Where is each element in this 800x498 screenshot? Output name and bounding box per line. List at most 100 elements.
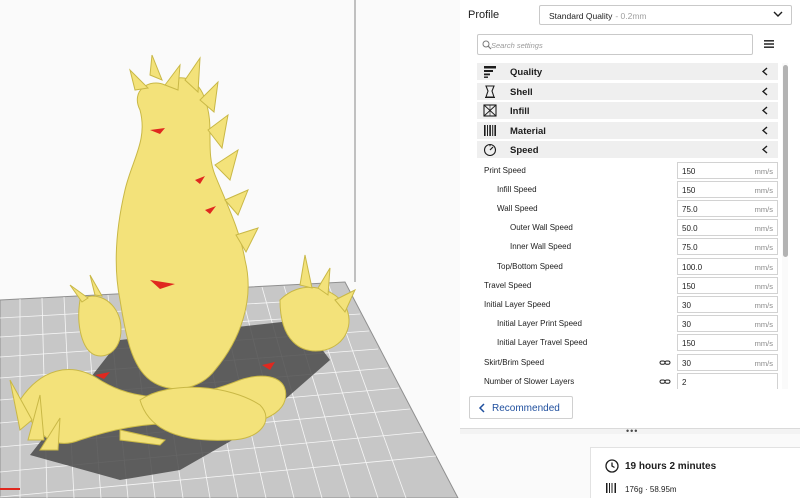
setting-row: Print Speed 150 mm/s: [477, 161, 778, 180]
setting-unit: mm/s: [754, 262, 773, 272]
resize-grip[interactable]: •••: [626, 426, 638, 436]
chevron-left-icon: [761, 125, 768, 135]
setting-value: 30: [682, 300, 691, 310]
category-shell[interactable]: Shell: [477, 82, 778, 100]
setting-row: Travel Speed 150 mm/s: [477, 276, 778, 295]
setting-row: Top/Bottom Speed 100.0 mm/s: [477, 257, 778, 276]
setting-row: Skirt/Brim Speed 30 mm/s: [477, 353, 778, 372]
spool-icon: [606, 483, 616, 493]
setting-value-input[interactable]: 150 mm/s: [677, 180, 778, 198]
setting-value: 2: [682, 377, 687, 387]
setting-value: 30: [682, 320, 691, 330]
search-placeholder: Search settings: [491, 41, 543, 50]
setting-name: Print Speed: [484, 165, 526, 175]
category-label: Quality: [510, 67, 543, 78]
chevron-left-icon: [761, 106, 768, 115]
setting-value: 30: [682, 358, 691, 368]
setting-value: 50.0: [682, 224, 698, 234]
category-label: Material: [510, 125, 546, 137]
setting-row: Wall Speed 75.0 mm/s: [477, 199, 778, 218]
print-estimate-box: 19 hours 2 minutes 176g · 58.95m: [590, 447, 800, 498]
setting-value-input[interactable]: 75.0 mm/s: [677, 199, 778, 217]
setting-row: Initial Layer Speed 30 mm/s: [477, 295, 778, 314]
chevron-left-icon: [478, 403, 485, 413]
material-usage: 176g · 58.95m: [625, 485, 677, 494]
category-label: Infill: [510, 106, 530, 117]
setting-unit: mm/s: [754, 166, 773, 176]
category-label: Speed: [510, 145, 539, 156]
setting-unit: mm/s: [754, 224, 773, 234]
profile-row: Profile Standard Quality - 0.2mm: [460, 0, 800, 30]
setting-value-input[interactable]: 30 mm/s: [677, 295, 778, 313]
settings-menu-icon[interactable]: [762, 37, 776, 51]
setting-name: Initial Layer Speed: [484, 299, 551, 309]
setting-value-input[interactable]: 50.0 mm/s: [677, 219, 778, 237]
setting-unit: mm/s: [754, 185, 773, 195]
link-icon[interactable]: [659, 358, 671, 367]
setting-name: Initial Layer Print Speed: [497, 319, 582, 329]
settings-list[interactable]: Quality Shell Infill Material Speed Print Spe…: [477, 63, 778, 389]
setting-row: Number of Slower Layers 2: [477, 372, 778, 389]
setting-name: Inner Wall Speed: [510, 242, 572, 252]
setting-row: Initial Layer Print Speed 30 mm/s: [477, 314, 778, 333]
setting-value: 100.0: [682, 262, 703, 272]
setting-value-input[interactable]: 30 mm/s: [677, 315, 778, 333]
print-time: 19 hours 2 minutes: [625, 461, 717, 472]
setting-row: Inner Wall Speed 75.0 mm/s: [477, 237, 778, 256]
setting-name: Top/Bottom Speed: [497, 261, 563, 271]
setting-unit: mm/s: [754, 204, 773, 214]
profile-layer-height: - 0.2mm: [615, 11, 647, 21]
shell-icon: [485, 84, 495, 98]
chevron-left-icon: [761, 67, 768, 76]
setting-row: Infill Speed 150 mm/s: [477, 180, 778, 199]
setting-name: Number of Slower Layers: [484, 376, 575, 386]
chevron-left-icon: [761, 145, 768, 154]
setting-value-input[interactable]: 150 mm/s: [677, 161, 778, 179]
category-label: Shell: [510, 86, 533, 98]
clock-icon: [605, 459, 619, 473]
3d-viewport[interactable]: [0, 0, 460, 498]
profile-label: Profile: [468, 9, 500, 21]
settings-scrollbar-thumb[interactable]: [783, 65, 788, 257]
profile-dropdown[interactable]: Standard Quality - 0.2mm: [539, 5, 792, 25]
chevron-left-icon: [761, 86, 768, 96]
setting-value: 150: [682, 185, 696, 195]
setting-value: 150: [682, 166, 696, 176]
category-material[interactable]: Material: [477, 121, 778, 139]
setting-value-input[interactable]: 150 mm/s: [677, 276, 778, 294]
setting-name: Infill Speed: [497, 184, 537, 194]
recommended-button[interactable]: Recommended: [469, 396, 573, 419]
setting-name: Travel Speed: [484, 280, 532, 290]
category-infill[interactable]: Infill: [477, 102, 778, 119]
setting-name: Outer Wall Speed: [510, 223, 573, 233]
setting-row: Initial Layer Travel Speed 150 mm/s: [477, 333, 778, 352]
speed-icon: [483, 143, 497, 156]
setting-value: 150: [682, 339, 696, 349]
search-settings-input[interactable]: Search settings: [477, 34, 753, 55]
link-icon[interactable]: [659, 377, 671, 386]
setting-value-input[interactable]: 150 mm/s: [677, 334, 778, 352]
setting-unit: mm/s: [754, 358, 773, 368]
setting-row: Outer Wall Speed 50.0 mm/s: [477, 218, 778, 237]
setting-value-input[interactable]: 30 mm/s: [677, 353, 778, 371]
setting-value: 75.0: [682, 204, 698, 214]
infill-icon: [483, 104, 497, 117]
quality-icon: [484, 66, 496, 78]
setting-value: 75.0: [682, 243, 698, 253]
chevron-down-icon: [773, 11, 783, 17]
profile-value: Standard Quality: [549, 11, 613, 21]
category-quality[interactable]: Quality: [477, 63, 778, 80]
setting-unit: mm/s: [754, 320, 773, 330]
setting-unit: mm/s: [754, 339, 773, 349]
setting-unit: mm/s: [754, 300, 773, 310]
recommended-label: Recommended: [492, 403, 560, 414]
setting-unit: mm/s: [754, 243, 773, 253]
setting-name: Wall Speed: [497, 203, 538, 213]
setting-name: Initial Layer Travel Speed: [497, 338, 588, 348]
setting-value-input[interactable]: 2: [677, 372, 778, 389]
setting-value-input[interactable]: 75.0 mm/s: [677, 238, 778, 256]
setting-value: 150: [682, 281, 696, 291]
build-plate-scene[interactable]: [0, 0, 460, 498]
category-speed[interactable]: Speed: [477, 141, 778, 158]
setting-value-input[interactable]: 100.0 mm/s: [677, 257, 778, 275]
